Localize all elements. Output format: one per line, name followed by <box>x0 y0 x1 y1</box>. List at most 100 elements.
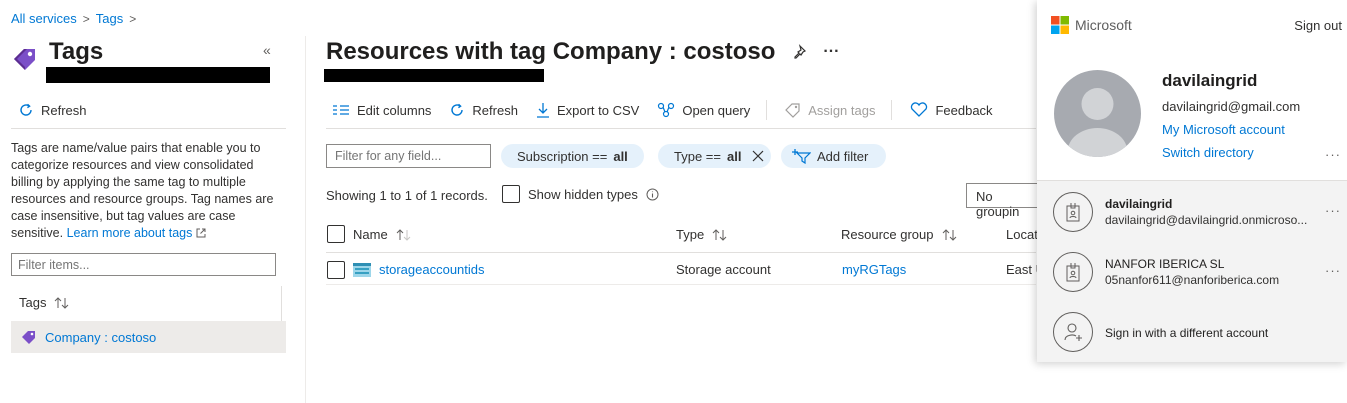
account-flyout: Microsoft Sign out davilaingrid davilain… <box>1037 0 1347 362</box>
add-filter-label: Add filter <box>817 148 869 164</box>
grouping-select[interactable]: No groupin <box>966 183 1046 219</box>
toolbar-separator <box>766 100 768 120</box>
page-title: Resources with tag Company : costoso <box>326 38 776 65</box>
edit-columns-button[interactable]: Edit columns <box>332 103 431 118</box>
badge-icon <box>1053 252 1093 292</box>
command-bar: Edit columns Refresh Export to CSV Open … <box>332 100 1011 120</box>
query-icon <box>657 102 675 118</box>
filter-items-input[interactable] <box>11 253 276 276</box>
badge-icon <box>1053 192 1093 232</box>
show-hidden-types-toggle[interactable]: Show hidden types <box>502 185 659 203</box>
my-microsoft-account-link[interactable]: My Microsoft account <box>1162 122 1285 137</box>
list-item[interactable]: NANFOR IBERICA SL 05nanfor611@nanforiber… <box>1037 241 1347 301</box>
sort-icon <box>712 228 728 241</box>
switch-directory-link[interactable]: Switch directory <box>1162 145 1254 160</box>
tags-blade: Tags « Refresh Tags are name/value pairs… <box>0 36 300 403</box>
columns-icon <box>332 103 350 117</box>
resource-name-link[interactable]: storageaccountids <box>379 262 485 277</box>
heart-icon <box>910 102 928 118</box>
feedback-button[interactable]: Feedback <box>910 102 993 118</box>
learn-more-link[interactable]: Learn more about tags <box>67 226 193 240</box>
refresh-icon <box>18 102 34 118</box>
close-icon[interactable] <box>751 149 765 163</box>
sort-icon <box>54 296 70 309</box>
storage-account-icon <box>353 262 371 278</box>
export-csv-label: Export to CSV <box>556 102 640 118</box>
column-divider <box>281 286 282 322</box>
add-filter-button[interactable]: Add filter <box>781 144 887 168</box>
resource-group-link[interactable]: myRGTags <box>842 262 906 277</box>
brand-name: Microsoft <box>1075 17 1132 33</box>
column-label: Locat <box>1006 227 1038 242</box>
other-account-more-button[interactable]: ··· <box>1325 203 1341 218</box>
subscription-filter-label: Subscription == <box>517 148 608 164</box>
breadcrumb-tags[interactable]: Tags <box>96 11 123 26</box>
column-header-name[interactable]: Name <box>353 227 412 242</box>
feedback-label: Feedback <box>935 102 993 118</box>
column-label: Type <box>676 227 705 242</box>
filter-any-field-input[interactable] <box>326 144 491 168</box>
open-query-button[interactable]: Open query <box>657 102 750 118</box>
export-csv-button[interactable]: Export to CSV <box>536 102 639 118</box>
tag-icon <box>21 329 37 345</box>
refresh-label: Refresh <box>41 102 87 118</box>
tags-description: Tags are name/value pairs that enable yo… <box>11 140 283 242</box>
type-filter-value: all <box>726 148 742 164</box>
resource-type: Storage account <box>676 262 771 277</box>
add-person-icon <box>1053 312 1093 352</box>
account-email: davilaingrid@gmail.com <box>1162 99 1301 114</box>
show-hidden-label: Show hidden types <box>528 186 638 202</box>
tags-header-label: Tags <box>19 295 47 310</box>
tags-column-header[interactable]: Tags <box>19 295 70 310</box>
sign-in-different-account[interactable]: Sign in with a different account <box>1037 303 1347 363</box>
sign-out-link[interactable]: Sign out <box>1294 18 1342 33</box>
sort-icon <box>396 228 412 241</box>
external-link-icon <box>196 228 206 238</box>
avatar <box>1054 70 1141 157</box>
table-header-divider <box>326 252 1036 253</box>
type-filter-label: Type == <box>674 148 721 164</box>
refresh-button[interactable]: Refresh <box>449 102 518 118</box>
download-icon <box>536 102 550 118</box>
pin-icon[interactable] <box>791 44 807 60</box>
table-row-divider <box>326 284 1036 285</box>
assign-tags-button[interactable]: Assign tags <box>785 102 875 118</box>
other-account-email: 05nanfor611@nanforiberica.com <box>1105 273 1280 287</box>
column-header-type[interactable]: Type <box>676 227 728 242</box>
account-more-button[interactable]: ··· <box>1325 147 1341 162</box>
column-label: Resource group <box>841 227 934 242</box>
more-options-button[interactable]: ··· <box>823 43 839 61</box>
list-item[interactable]: davilaingrid davilaingrid@davilaingrid.o… <box>1037 181 1347 241</box>
type-filter-pill[interactable]: Type == all <box>658 144 772 168</box>
select-all-checkbox[interactable] <box>327 225 345 243</box>
blade-title: Tags <box>49 38 104 65</box>
refresh-button[interactable]: Refresh <box>18 102 87 118</box>
resource-table-header: Name Type Resource group Locat <box>326 224 1046 252</box>
toolbar-separator <box>891 100 893 120</box>
column-header-location[interactable]: Locat <box>1006 227 1038 242</box>
other-accounts-list: davilaingrid davilaingrid@davilaingrid.o… <box>1037 180 1347 362</box>
breadcrumb-all-services[interactable]: All services <box>11 11 77 26</box>
breadcrumb: All services > Tags > <box>11 11 136 26</box>
refresh-label: Refresh <box>472 102 518 118</box>
redacted-subtitle <box>324 69 544 82</box>
info-icon[interactable] <box>646 188 659 201</box>
show-hidden-checkbox[interactable] <box>502 185 520 203</box>
refresh-icon <box>449 102 465 118</box>
column-header-resource-group[interactable]: Resource group <box>841 227 958 242</box>
other-account-more-button[interactable]: ··· <box>1325 263 1341 278</box>
collapse-blade-button[interactable]: « <box>263 42 271 58</box>
tag-item-link[interactable]: Company : costoso <box>45 330 156 345</box>
subscription-filter-value: all <box>613 148 628 164</box>
row-checkbox[interactable] <box>327 261 345 279</box>
table-row[interactable]: storageaccountids Storage account myRGTa… <box>326 259 1046 283</box>
subscription-filter-pill[interactable]: Subscription == all <box>501 144 644 168</box>
records-count: Showing 1 to 1 of 1 records. <box>326 188 488 203</box>
column-label: Name <box>353 227 388 242</box>
tag-icon <box>785 102 801 118</box>
assign-tags-label: Assign tags <box>808 102 876 118</box>
tag-list-item[interactable]: Company : costoso <box>11 321 286 353</box>
divider <box>11 128 286 129</box>
open-query-label: Open query <box>682 102 751 118</box>
add-filter-icon <box>791 148 811 164</box>
